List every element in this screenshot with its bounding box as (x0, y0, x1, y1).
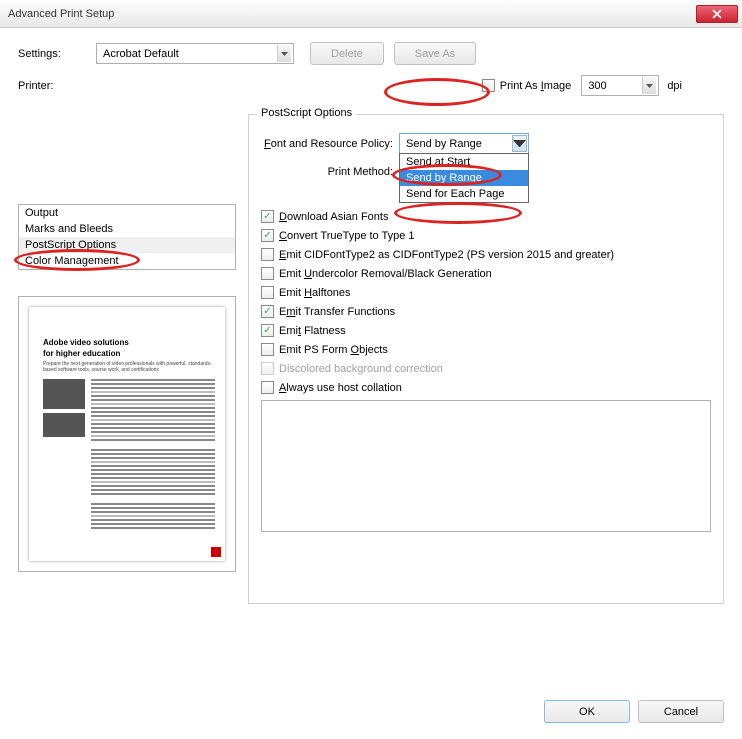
option-send-at-start[interactable]: Send at Start (400, 154, 528, 170)
sidebar-item-marks[interactable]: Marks and Bleeds (19, 221, 235, 237)
print-as-image-label: Print As Image (500, 80, 572, 92)
checkbox-label: Emit Undercolor Removal/Black Generation (279, 268, 492, 280)
dpi-label: dpi (667, 80, 682, 92)
font-policy-label: Font and Resource Policy: (261, 138, 399, 150)
close-button[interactable] (696, 5, 738, 23)
checkbox-box (261, 324, 274, 337)
checkbox-box (261, 362, 274, 375)
save-as-button[interactable]: Save As (394, 42, 476, 65)
postscript-checkbox-2[interactable]: Emit CIDFontType2 as CIDFontType2 (PS ve… (261, 248, 711, 261)
checkbox-box (261, 305, 274, 318)
checkbox-box (261, 286, 274, 299)
dpi-select[interactable]: 300 (581, 75, 659, 96)
postscript-checkbox-7[interactable]: Emit PS Form Objects (261, 343, 711, 356)
font-policy-select[interactable]: Send by Range Send at Start Send by Rang… (399, 133, 529, 154)
close-icon (712, 9, 722, 19)
settings-select[interactable]: Acrobat Default (96, 43, 294, 64)
postscript-checkbox-3[interactable]: Emit Undercolor Removal/Black Generation (261, 267, 711, 280)
checkbox-label: Convert TrueType to Type 1 (279, 230, 415, 242)
cancel-button[interactable]: Cancel (638, 700, 724, 723)
printer-label: Printer: (18, 80, 96, 92)
print-method-label: Print Method: (261, 166, 399, 178)
page-preview: Adobe video solutions for higher educati… (18, 296, 236, 572)
checkbox-box (261, 267, 274, 280)
checkbox-label: Emit Halftones (279, 287, 351, 299)
description-textbox[interactable] (261, 400, 711, 532)
checkbox-box (261, 343, 274, 356)
checkbox-box (482, 79, 495, 92)
checkbox-box (261, 229, 274, 242)
delete-button[interactable]: Delete (310, 42, 384, 65)
discolored-checkbox: Discolored background correction (261, 362, 711, 375)
checkbox-box (261, 381, 274, 394)
discolored-label: Discolored background correction (279, 363, 443, 375)
always-host-label: Always use host collation (279, 382, 402, 394)
postscript-checkbox-0[interactable]: Download Asian Fonts (261, 210, 711, 223)
settings-value: Acrobat Default (103, 48, 179, 60)
settings-label: Settings: (18, 48, 96, 60)
print-as-image-checkbox[interactable]: Print As Image (482, 79, 572, 92)
checkbox-label: Emit Flatness (279, 325, 346, 337)
chevron-down-icon (512, 135, 527, 152)
font-policy-dropdown-list[interactable]: Send at Start Send by Range Send for Eac… (399, 153, 529, 203)
postscript-options-group: PostScript Options Font and Resource Pol… (248, 114, 724, 604)
ok-button[interactable]: OK (544, 700, 630, 723)
checkbox-label: Emit CIDFontType2 as CIDFontType2 (PS ve… (279, 249, 614, 261)
chevron-down-icon (277, 45, 291, 62)
checkbox-label: Emit PS Form Objects (279, 344, 388, 356)
checkbox-box (261, 210, 274, 223)
chevron-down-icon (642, 77, 656, 94)
option-send-by-range[interactable]: Send by Range (400, 170, 528, 186)
postscript-checkbox-4[interactable]: Emit Halftones (261, 286, 711, 299)
always-host-collation-checkbox[interactable]: Always use host collation (261, 381, 711, 394)
checkbox-box (261, 248, 274, 261)
checkbox-label: Download Asian Fonts (279, 211, 388, 223)
postscript-checkbox-1[interactable]: Convert TrueType to Type 1 (261, 229, 711, 242)
section-list[interactable]: Output Marks and Bleeds PostScript Optio… (18, 204, 236, 270)
sidebar-item-color[interactable]: Color Management (19, 253, 235, 269)
sidebar-item-postscript[interactable]: PostScript Options (19, 237, 235, 253)
font-policy-value: Send by Range (406, 138, 482, 150)
checkbox-label: Emit Transfer Functions (279, 306, 395, 318)
dpi-value: 300 (588, 80, 606, 92)
postscript-checkbox-5[interactable]: Emit Transfer Functions (261, 305, 711, 318)
window-title: Advanced Print Setup (8, 8, 696, 20)
sidebar-item-output[interactable]: Output (19, 205, 235, 221)
group-legend: PostScript Options (257, 107, 356, 119)
postscript-checkbox-6[interactable]: Emit Flatness (261, 324, 711, 337)
option-send-for-each-page[interactable]: Send for Each Page (400, 186, 528, 202)
